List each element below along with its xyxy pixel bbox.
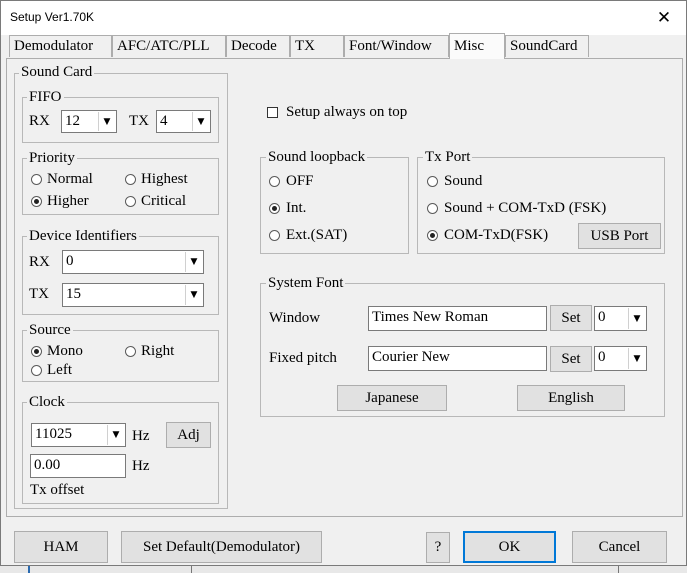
- background-divider: [618, 566, 619, 573]
- clock-adj-button[interactable]: Adj: [166, 422, 211, 448]
- fifo-rx-label: RX: [29, 113, 50, 129]
- tx-port-title: Tx Port: [423, 149, 473, 166]
- help-button[interactable]: ?: [426, 532, 450, 563]
- chevron-down-icon: ▼: [192, 112, 209, 131]
- clock-rate-select[interactable]: 11025 ▼: [31, 423, 126, 447]
- ham-button[interactable]: HAM: [14, 531, 108, 563]
- loopback-int-radio[interactable]: [269, 203, 280, 214]
- source-mono-radio[interactable]: [31, 346, 42, 357]
- background-divider: [191, 566, 192, 573]
- loopback-ext-radio[interactable]: [269, 230, 280, 241]
- source-right-label: Right: [141, 343, 175, 359]
- background-window-strip: [0, 566, 687, 573]
- ok-button[interactable]: OK: [463, 531, 556, 563]
- source-mono-label: Mono: [47, 343, 83, 359]
- source-title: Source: [27, 322, 73, 339]
- title-bar: Setup Ver1.70K ✕: [1, 1, 686, 35]
- clock-rate-unit: Hz: [132, 428, 150, 444]
- tx-offset-unit: Hz: [132, 458, 150, 474]
- txport-sound-com-radio[interactable]: [427, 203, 438, 214]
- background-divider: [28, 566, 30, 573]
- fifo-tx-select[interactable]: 4 ▼: [156, 110, 211, 133]
- usb-port-button[interactable]: USB Port: [578, 223, 661, 249]
- fixed-pitch-font-input[interactable]: Courier New: [368, 346, 547, 371]
- system-font-title: System Font: [266, 275, 346, 292]
- set-default-button[interactable]: Set Default(Demodulator): [121, 531, 322, 563]
- priority-highest-label: Highest: [141, 171, 188, 187]
- tab-soundcard[interactable]: SoundCard: [505, 35, 589, 57]
- window-font-label: Window: [269, 310, 321, 326]
- source-left-radio[interactable]: [31, 365, 42, 376]
- tx-offset-input[interactable]: 0.00: [30, 454, 126, 478]
- source-left-label: Left: [47, 362, 72, 378]
- window-title: Setup Ver1.70K: [10, 10, 95, 24]
- sound-card-title: Sound Card: [19, 64, 95, 81]
- fixed-pitch-label: Fixed pitch: [269, 350, 337, 366]
- tab-decode[interactable]: Decode: [226, 35, 290, 57]
- chevron-down-icon: ▼: [185, 285, 202, 305]
- loopback-int-label: Int.: [286, 200, 307, 216]
- chevron-down-icon: ▼: [98, 112, 115, 131]
- close-icon: ✕: [656, 8, 672, 28]
- txport-sound-com-label: Sound + COM-TxD (FSK): [444, 200, 607, 216]
- setup-on-top-label: Setup always on top: [286, 104, 408, 120]
- close-button[interactable]: ✕: [642, 1, 686, 35]
- english-button[interactable]: English: [517, 385, 625, 411]
- chevron-down-icon: ▼: [185, 252, 202, 272]
- loopback-off-label: OFF: [286, 173, 314, 189]
- txport-sound-label: Sound: [444, 173, 483, 189]
- setup-dialog: Setup Ver1.70K ✕ Demodulator AFC/ATC/PLL…: [0, 0, 687, 566]
- priority-critical-radio[interactable]: [125, 196, 136, 207]
- tab-misc[interactable]: Misc: [449, 33, 505, 59]
- priority-normal-label: Normal: [47, 171, 93, 187]
- loopback-ext-label: Ext.(SAT): [286, 227, 348, 243]
- device-tx-label: TX: [29, 286, 49, 302]
- device-tx-select[interactable]: 15 ▼: [62, 283, 204, 307]
- window-font-set-button[interactable]: Set: [550, 305, 592, 331]
- setup-on-top-checkbox[interactable]: [267, 107, 278, 118]
- fifo-tx-label: TX: [129, 113, 149, 129]
- chevron-down-icon: ▼: [628, 308, 645, 329]
- priority-higher-radio[interactable]: [31, 196, 42, 207]
- priority-highest-radio[interactable]: [125, 174, 136, 185]
- tab-font-window[interactable]: Font/Window: [344, 35, 449, 57]
- japanese-button[interactable]: Japanese: [337, 385, 447, 411]
- priority-critical-label: Critical: [141, 193, 186, 209]
- txport-sound-radio[interactable]: [427, 176, 438, 187]
- chevron-down-icon: ▼: [107, 425, 124, 445]
- priority-title: Priority: [27, 150, 77, 167]
- cancel-button[interactable]: Cancel: [572, 531, 667, 563]
- priority-higher-label: Higher: [47, 193, 89, 209]
- source-right-radio[interactable]: [125, 346, 136, 357]
- fixed-pitch-size-select[interactable]: 0 ▼: [594, 346, 647, 371]
- chevron-down-icon: ▼: [628, 348, 645, 369]
- fixed-pitch-set-button[interactable]: Set: [550, 346, 592, 372]
- device-rx-select[interactable]: 0 ▼: [62, 250, 204, 274]
- window-font-input[interactable]: Times New Roman: [368, 306, 547, 331]
- device-identifiers-title: Device Identifiers: [27, 228, 139, 245]
- window-font-size-select[interactable]: 0 ▼: [594, 306, 647, 331]
- tx-offset-label: Tx offset: [30, 482, 85, 498]
- clock-title: Clock: [27, 394, 67, 411]
- priority-normal-radio[interactable]: [31, 174, 42, 185]
- tab-afc-atc-pll[interactable]: AFC/ATC/PLL: [112, 35, 226, 57]
- sound-loopback-title: Sound loopback: [266, 149, 368, 166]
- tab-demodulator[interactable]: Demodulator: [9, 35, 112, 57]
- tab-tx[interactable]: TX: [290, 35, 344, 57]
- txport-com-label: COM-TxD(FSK): [444, 227, 549, 243]
- device-rx-label: RX: [29, 254, 50, 270]
- loopback-off-radio[interactable]: [269, 176, 280, 187]
- fifo-rx-select[interactable]: 12 ▼: [61, 110, 117, 133]
- txport-com-radio[interactable]: [427, 230, 438, 241]
- fifo-title: FIFO: [27, 89, 64, 106]
